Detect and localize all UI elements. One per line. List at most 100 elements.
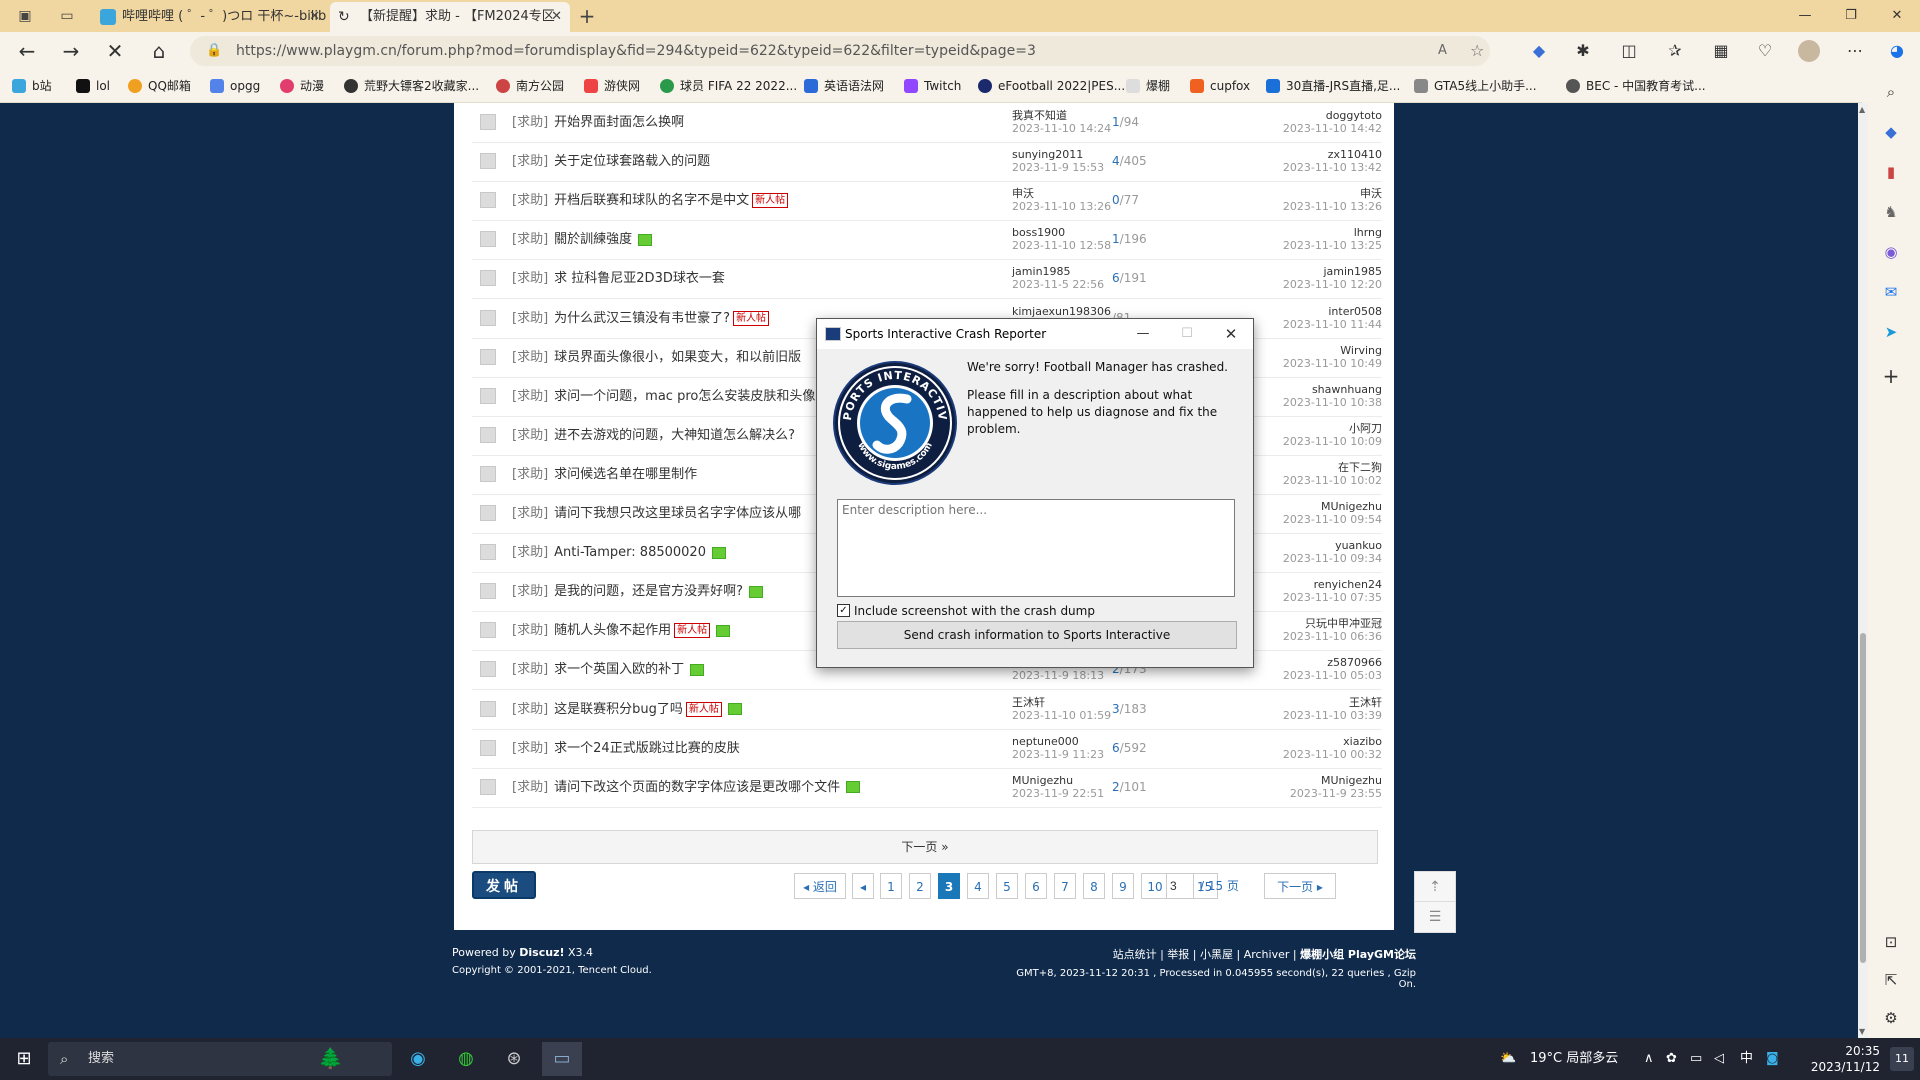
- close-tab-icon[interactable]: ✕: [551, 2, 562, 32]
- thread-title[interactable]: [求助] 球员界面头像很小，如果变大，和以前旧版: [512, 338, 801, 377]
- bookmark-grammar[interactable]: 英语语法网: [804, 70, 884, 102]
- thread-title[interactable]: [求助] 这是联赛积分bug了吗 新人帖: [512, 690, 742, 729]
- qq-tray-icon[interactable]: ◙: [1766, 1038, 1779, 1080]
- footer-link-archiver[interactable]: Archiver: [1244, 948, 1290, 961]
- games-icon[interactable]: ♞: [1881, 202, 1901, 222]
- thread-author[interactable]: neptune000 2023-11-9 11:23: [1012, 735, 1104, 761]
- dialog-minimize-icon[interactable]: —: [1121, 319, 1165, 349]
- thread-title[interactable]: [求助] 求一个24正式版跳过比赛的皮肤: [512, 729, 740, 768]
- sidebar-hide-icon[interactable]: ⊡: [1881, 932, 1901, 952]
- thread-type[interactable]: [求助]: [512, 232, 548, 247]
- last-poster[interactable]: yuankuo 2023-11-10 09:34: [1283, 539, 1382, 565]
- workspaces-icon[interactable]: ▣: [16, 7, 34, 25]
- microsoft365-icon[interactable]: ◉: [1881, 242, 1901, 262]
- bookmark-baopeng[interactable]: 爆棚: [1126, 70, 1170, 102]
- next-page-button[interactable]: 下一页 ▸: [1264, 873, 1336, 899]
- page-input[interactable]: [1166, 873, 1194, 899]
- dialog-titlebar[interactable]: Sports Interactive Crash Reporter — ☐ ✕: [817, 319, 1253, 349]
- thread-author[interactable]: jamin1985 2023-11-5 22:56: [1012, 265, 1104, 291]
- wechat-taskbar-icon[interactable]: ◍: [446, 1042, 486, 1076]
- thread-type[interactable]: [求助]: [512, 623, 548, 638]
- thread-type[interactable]: [求助]: [512, 350, 548, 365]
- last-poster[interactable]: lhrng 2023-11-10 13:25: [1283, 226, 1382, 252]
- tab-actions-icon[interactable]: ▭: [58, 7, 76, 25]
- restore-icon[interactable]: ❐: [1828, 0, 1874, 32]
- notification-icon[interactable]: 11: [1890, 1047, 1914, 1071]
- external-link-icon[interactable]: ⇱: [1881, 970, 1901, 990]
- footer-link-report[interactable]: 举报: [1167, 948, 1189, 961]
- thread-type[interactable]: [求助]: [512, 702, 548, 717]
- thread-title[interactable]: [求助] 求 拉科鲁尼亚2D3D球衣一套: [512, 259, 725, 298]
- collections-icon[interactable]: ▦: [1710, 40, 1732, 62]
- thread-title-text[interactable]: Anti-Tamper: 88500020: [554, 545, 706, 560]
- thread-title-text[interactable]: 求一个24正式版跳过比赛的皮肤: [554, 741, 740, 756]
- thread-title[interactable]: [求助] 随机人头像不起作用 新人帖: [512, 611, 731, 650]
- last-poster[interactable]: 只玩中甲冲亚冠 2023-11-10 06:36: [1283, 617, 1382, 643]
- thread-type[interactable]: [求助]: [512, 545, 548, 560]
- network-icon[interactable]: ▭: [1690, 1038, 1702, 1080]
- ime-indicator[interactable]: 中: [1740, 1038, 1753, 1080]
- table-row[interactable]: [求助] 开档后联赛和球队的名字不是中文 新人帖 申沃 2023-11-10 13:26…: [472, 181, 1382, 222]
- taskbar-search[interactable]: ⌕ 搜索 🌲: [48, 1042, 392, 1076]
- address-bar[interactable]: 🔒 https://www.playgm.cn/forum.php?mod=fo…: [190, 36, 1490, 66]
- split-screen-icon[interactable]: ◫: [1618, 40, 1640, 62]
- table-row[interactable]: [求助] 请问下改这个页面的数字字体应该是更改哪个文件 MUnigezhu 2023-…: [472, 768, 1382, 808]
- favorite-star-icon[interactable]: ☆: [1470, 36, 1484, 66]
- steam-taskbar-icon[interactable]: ⊛: [494, 1042, 534, 1076]
- thread-type[interactable]: [求助]: [512, 389, 548, 404]
- thread-title-text[interactable]: 这是联赛积分bug了吗: [554, 702, 683, 717]
- thread-title-text[interactable]: 关于定位球套路载入的问题: [554, 154, 710, 169]
- thread-title-text[interactable]: 请问下我想只改这里球员名字字体应该从哪: [554, 506, 801, 521]
- home-icon[interactable]: ⌂: [144, 36, 174, 66]
- scroll-up-icon[interactable]: ▲: [1859, 105, 1865, 114]
- outlook-icon[interactable]: ✉: [1881, 282, 1901, 302]
- page-link-3[interactable]: 3: [938, 873, 960, 899]
- last-poster[interactable]: doggytoto 2023-11-10 14:42: [1283, 109, 1382, 135]
- table-row[interactable]: [求助] 开始界面封面怎么换啊 我真不知道 2023-11-10 14:24 1/94 d…: [472, 103, 1382, 143]
- close-window-icon[interactable]: ✕: [1874, 0, 1920, 32]
- new-tab-icon[interactable]: +: [578, 6, 596, 26]
- thread-title[interactable]: [求助] 求一个英国入欧的补丁: [512, 650, 705, 689]
- thread-author[interactable]: 我真不知道 2023-11-10 14:24: [1012, 109, 1111, 135]
- thread-title[interactable]: [求助] 求问候选名单在哪里制作: [512, 455, 697, 494]
- prev-page-icon[interactable]: ◂: [852, 873, 874, 899]
- back-button[interactable]: ◂ 返回: [794, 873, 846, 899]
- thread-type[interactable]: [求助]: [512, 193, 548, 208]
- scroll-top-icon[interactable]: ⇡: [1414, 871, 1456, 903]
- bookmark-efootball[interactable]: eFootball 2022|PES...: [978, 70, 1125, 102]
- page-link-4[interactable]: 4: [967, 873, 989, 899]
- minimize-icon[interactable]: —: [1782, 0, 1828, 32]
- page-link-1[interactable]: 1: [880, 873, 902, 899]
- last-poster[interactable]: renyichen24 2023-11-10 07:35: [1283, 578, 1382, 604]
- forward-icon[interactable]: →: [56, 36, 86, 66]
- thread-title[interactable]: [求助] Anti-Tamper: 88500020: [512, 533, 726, 572]
- thread-title[interactable]: [求助] 开始界面封面怎么换啊: [512, 103, 684, 142]
- more-menu-icon[interactable]: ⋯: [1844, 40, 1866, 62]
- thread-title-text[interactable]: 求问候选名单在哪里制作: [554, 467, 697, 482]
- bookmark-lol[interactable]: lol: [76, 70, 110, 102]
- bookmark-cupfox[interactable]: cupfox: [1190, 70, 1250, 102]
- thread-author[interactable]: MUnigezhu 2023-11-9 22:51: [1012, 774, 1104, 800]
- thread-title[interactable]: [求助] 为什么武汉三镇没有韦世豪了? 新人帖: [512, 299, 770, 338]
- favorites-icon[interactable]: ✰: [1664, 40, 1686, 62]
- table-row[interactable]: [求助] 關於訓練強度 boss1900 2023-11-10 12:58 1/196 l…: [472, 220, 1382, 261]
- tray-app-icon[interactable]: ✿: [1666, 1038, 1677, 1080]
- extensions-puzzle-icon[interactable]: ✱: [1572, 40, 1594, 62]
- weather-text[interactable]: 19°C 局部多云: [1530, 1038, 1618, 1080]
- volume-icon[interactable]: ◁: [1714, 1038, 1724, 1080]
- search-icon[interactable]: ⌕: [1881, 82, 1901, 102]
- send-crash-button[interactable]: Send crash information to Sports Interac…: [837, 621, 1237, 649]
- weather-icon[interactable]: ⛅: [1500, 1038, 1516, 1080]
- dialog-close-icon[interactable]: ✕: [1209, 319, 1253, 349]
- thread-title-text[interactable]: 球员界面头像很小，如果变大，和以前旧版: [554, 350, 801, 365]
- close-tab-icon[interactable]: ✕: [309, 2, 320, 32]
- thread-title[interactable]: [求助] 请问下改这个页面的数字字体应该是更改哪个文件: [512, 768, 861, 807]
- bookmark-southpark[interactable]: 南方公园: [496, 70, 564, 102]
- thread-type[interactable]: [求助]: [512, 154, 548, 169]
- page-link-10[interactable]: 10: [1141, 873, 1169, 899]
- thread-title-text[interactable]: 进不去游戏的问题，大神知道怎么解决么?: [554, 428, 795, 443]
- thread-title-text[interactable]: 求一个英国入欧的补丁: [554, 662, 684, 677]
- scroll-down-icon[interactable]: ▼: [1859, 1027, 1865, 1036]
- thread-title[interactable]: [求助] 请问下我想只改这里球员名字字体应该从哪: [512, 494, 801, 533]
- tab-bilibili[interactable]: 哔哩哔哩 ( ゜- ゜)つロ 干杯~-bilib ✕: [92, 2, 328, 32]
